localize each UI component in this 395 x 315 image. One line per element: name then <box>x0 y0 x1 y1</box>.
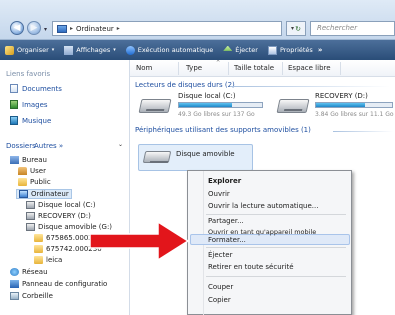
annotation-arrow-icon <box>89 220 190 262</box>
